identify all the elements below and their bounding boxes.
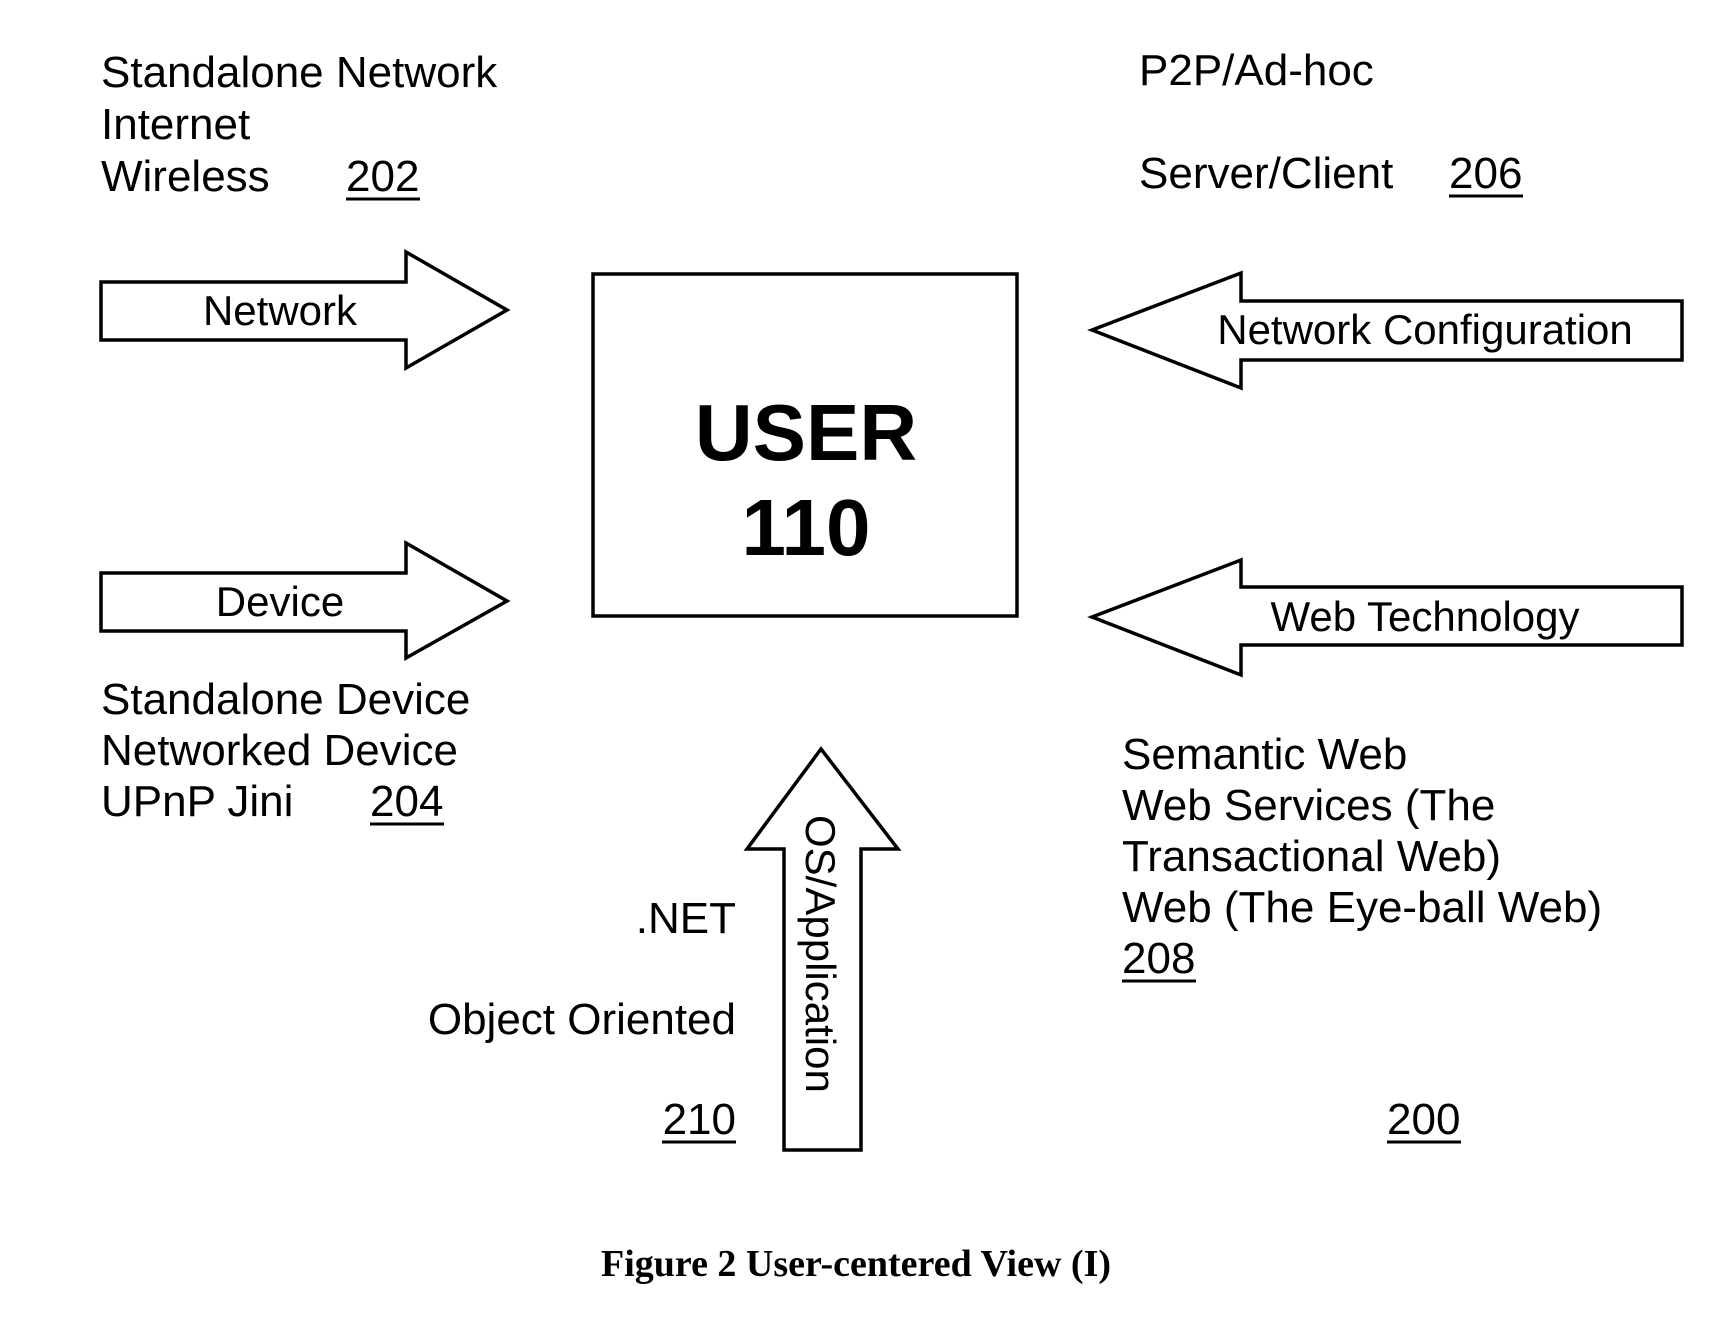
device-group-204: Standalone Device Networked Device UPnP … [101, 675, 470, 826]
network-configuration-arrow-label: Network Configuration [1217, 306, 1633, 353]
device-arrow: Device [99, 539, 511, 661]
network-arrow: Network [99, 248, 511, 372]
network-configuration-arrow: Network Configuration [1087, 270, 1684, 391]
figure-reference-200: 200 [1387, 1095, 1461, 1144]
device-group-line-2: Networked Device [101, 726, 458, 775]
os-group-line-2: Object Oriented [428, 995, 736, 1044]
reference-210: 210 [663, 1095, 736, 1144]
config-group-line-2: Server/Client [1139, 149, 1393, 198]
user-box-number: 110 [741, 483, 870, 572]
network-group-line-3: Wireless [101, 152, 270, 201]
os-application-arrow: OS/Application [743, 746, 902, 1152]
device-group-line-3: UPnP Jini [101, 777, 293, 826]
web-group-line-4: Web (The Eye-ball Web) [1122, 883, 1602, 932]
user-box: USER 110 [591, 272, 1019, 618]
network-group-line-1: Standalone Network [101, 48, 498, 97]
reference-206: 206 [1449, 149, 1522, 198]
web-technology-arrow: Web Technology [1087, 557, 1684, 678]
device-group-line-1: Standalone Device [101, 675, 470, 724]
web-group-line-2: Web Services (The [1122, 781, 1495, 830]
config-group-206: P2P/Ad-hoc Server/Client 206 [1139, 46, 1523, 198]
web-group-line-1: Semantic Web [1122, 730, 1407, 779]
device-arrow-label: Device [216, 578, 344, 625]
network-group-202: Standalone Network Internet Wireless 202 [101, 48, 498, 201]
os-group-line-1: .NET [636, 894, 736, 943]
reference-204: 204 [370, 777, 443, 826]
reference-208: 208 [1122, 934, 1195, 983]
reference-202: 202 [346, 152, 419, 201]
web-group-line-3: Transactional Web) [1122, 832, 1501, 881]
config-group-line-1: P2P/Ad-hoc [1139, 46, 1374, 95]
os-group-210: .NET Object Oriented 210 [428, 894, 736, 1144]
user-centered-view-diagram: Standalone Network Internet Wireless 202… [99, 46, 1684, 1285]
web-group-208: Semantic Web Web Services (The Transacti… [1122, 730, 1602, 983]
network-arrow-label: Network [203, 287, 358, 334]
web-technology-arrow-label: Web Technology [1271, 593, 1580, 640]
reference-200: 200 [1387, 1095, 1460, 1144]
network-group-line-2: Internet [101, 100, 250, 149]
user-box-title: USER [695, 388, 917, 477]
os-application-arrow-label: OS/Application [797, 815, 844, 1093]
figure-caption: Figure 2 User-centered View (I) [601, 1243, 1111, 1285]
